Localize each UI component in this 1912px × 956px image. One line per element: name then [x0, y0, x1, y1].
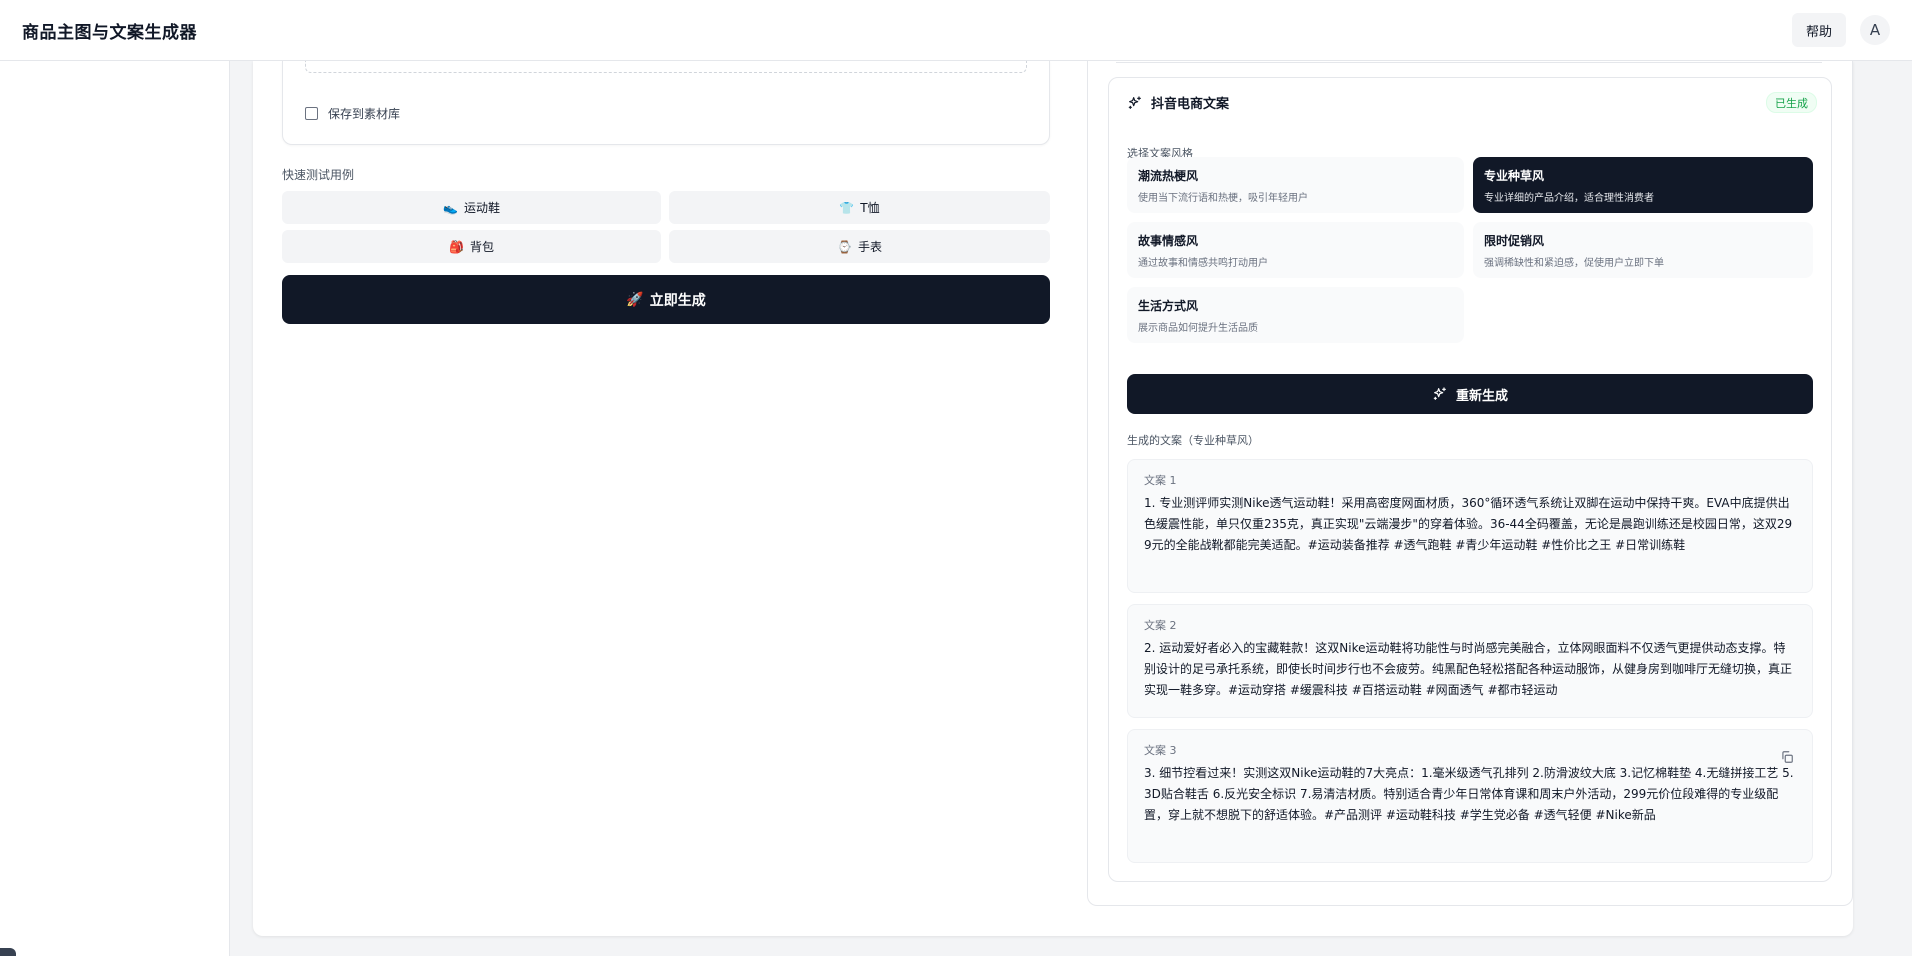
- copy-result-text: 3. 细节控看过来！实测这双Nike运动鞋的7大亮点：1.毫米级透气孔排列 2.…: [1144, 766, 1794, 822]
- copy-result-label: 文案 3: [1144, 744, 1177, 757]
- style-option-trendy[interactable]: 潮流热梗风 使用当下流行语和热梗，吸引年轻用户: [1127, 157, 1464, 213]
- quick-test-label: 背包: [469, 240, 494, 254]
- copy-result-text: 1. 专业测评师实测Nike透气运动鞋！采用高密度网面材质，360°循环透气系统…: [1144, 496, 1793, 552]
- style-option-desc: 展示商品如何提升生活品质: [1138, 323, 1258, 334]
- upload-card: 保存到素材库: [282, 61, 1050, 145]
- copy-icon[interactable]: [1780, 750, 1794, 764]
- style-option-story[interactable]: 故事情感风 通过故事和情感共鸣打动用户: [1127, 222, 1464, 278]
- copy-result-1: 文案 1 1. 专业测评师实测Nike透气运动鞋！采用高密度网面材质，360°循…: [1127, 459, 1813, 593]
- avatar[interactable]: A: [1860, 15, 1890, 45]
- style-option-name: 生活方式风: [1138, 299, 1199, 313]
- tshirt-icon: 👕: [839, 200, 855, 215]
- watch-icon: ⌚: [837, 239, 852, 254]
- generate-now-label: 立即生成: [649, 292, 706, 309]
- quick-test-label: 运动鞋: [463, 201, 500, 215]
- quick-test-watch-button[interactable]: ⌚ 手表: [669, 230, 1050, 263]
- style-option-lifestyle[interactable]: 生活方式风 展示商品如何提升生活品质: [1127, 287, 1464, 343]
- style-option-desc: 通过故事和情感共鸣打动用户: [1138, 258, 1268, 269]
- style-option-desc: 强调稀缺性和紧迫感，促使用户立即下单: [1484, 258, 1664, 269]
- style-option-promotion[interactable]: 限时促销风 强调稀缺性和紧迫感，促使用户立即下单: [1473, 222, 1813, 278]
- copy-result-3: 文案 3 3. 细节控看过来！实测这双Nike运动鞋的7大亮点：1.毫米级透气孔…: [1127, 729, 1813, 863]
- style-option-name: 故事情感风: [1138, 234, 1199, 248]
- help-button[interactable]: 帮助: [1791, 13, 1846, 47]
- top-bar-actions: 帮助 A: [1791, 13, 1890, 47]
- quick-test-sneakers-button[interactable]: 👟 运动鞋: [282, 191, 661, 224]
- sneaker-icon: 👟: [443, 200, 458, 215]
- corner-tab: [0, 948, 16, 956]
- status-badge: 已生成: [1766, 92, 1817, 113]
- copy-result-label: 文案 1: [1144, 474, 1177, 487]
- top-bar: 商品主图与文案生成器 帮助 A: [0, 0, 1912, 61]
- style-option-name: 专业种草风: [1484, 169, 1545, 183]
- copy-result-2: 文案 2 2. 运动爱好者必入的宝藏鞋款！这双Nike运动鞋将功能性与时尚感完美…: [1127, 604, 1813, 718]
- copy-card-header: 抖音电商文案: [1127, 93, 1229, 112]
- regenerate-button[interactable]: 重新生成: [1127, 374, 1813, 414]
- sparkles-icon: [1433, 387, 1446, 400]
- style-option-desc: 专业详细的产品介绍，适合理性消费者: [1484, 193, 1654, 204]
- generate-now-button[interactable]: 🚀 立即生成: [282, 275, 1050, 324]
- upload-dropzone[interactable]: [305, 61, 1027, 73]
- save-to-library-option[interactable]: 保存到素材库: [305, 105, 400, 122]
- app-title: 商品主图与文案生成器: [22, 22, 197, 43]
- style-option-name: 限时促销风: [1484, 234, 1545, 248]
- style-option-desc: 使用当下流行语和热梗，吸引年轻用户: [1138, 193, 1308, 204]
- quick-tests-label: 快速测试用例: [282, 168, 355, 182]
- regenerate-label: 重新生成: [1455, 388, 1508, 404]
- quick-test-label: T恤: [860, 201, 880, 215]
- save-to-library-label: 保存到素材库: [328, 107, 401, 121]
- quick-test-label: 手表: [857, 240, 882, 254]
- results-caption: 生成的文案（专业种草风）: [1127, 434, 1259, 447]
- quick-test-tshirt-button[interactable]: 👕 T恤: [669, 191, 1050, 224]
- quick-test-backpack-button[interactable]: 🎒 背包: [282, 230, 661, 263]
- copy-result-label: 文案 2: [1144, 619, 1177, 632]
- sparkles-icon: [1128, 95, 1141, 109]
- douyin-copy-card: 抖音电商文案 已生成 选择文案风格 潮流热梗风 使用当下流行语和热梗，吸引年轻用…: [1108, 77, 1832, 882]
- backpack-icon: 🎒: [449, 239, 464, 254]
- style-option-name: 潮流热梗风: [1138, 169, 1199, 183]
- copy-card-title: 抖音电商文案: [1151, 97, 1230, 112]
- rocket-icon: 🚀: [626, 291, 644, 308]
- image-card-bottom-edge: [1116, 61, 1822, 63]
- save-to-library-checkbox[interactable]: [305, 107, 318, 120]
- copy-result-text: 2. 运动爱好者必入的宝藏鞋款！这双Nike运动鞋将功能性与时尚感完美融合，立体…: [1144, 641, 1793, 697]
- sidebar: [0, 61, 230, 956]
- style-option-professional[interactable]: 专业种草风 专业详细的产品介绍，适合理性消费者: [1473, 157, 1813, 213]
